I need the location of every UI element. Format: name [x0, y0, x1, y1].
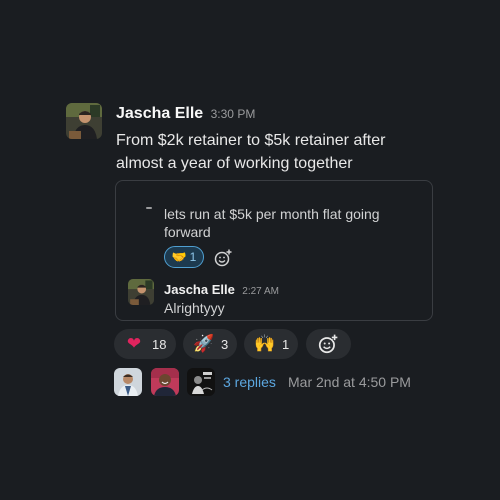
reply-text: Alrightyyy: [164, 300, 225, 316]
message-timestamp[interactable]: 3:30 PM: [211, 107, 256, 121]
rocket-emoji-icon: 🚀: [193, 334, 215, 354]
raised-hands-emoji-icon: 🙌: [254, 334, 276, 354]
thread-last-reply-time: Mar 2nd at 4:50 PM: [288, 374, 411, 390]
author-avatar[interactable]: [66, 103, 102, 139]
add-reaction-button[interactable]: [306, 329, 351, 359]
message-header: Jascha Elle 3:30 PM: [116, 105, 255, 123]
handshake-emoji-icon: 🤝: [171, 250, 187, 264]
reaction-rocket[interactable]: 🚀 3: [183, 329, 237, 359]
quoted-message-text: lets run at $5k per month flat going for…: [164, 206, 380, 240]
reply-author-avatar[interactable]: [128, 279, 154, 305]
thread-participant-avatar: [151, 368, 179, 396]
quoted-message-card[interactable]: lets run at $5k per month flat going for…: [115, 180, 433, 321]
author-name[interactable]: Jascha Elle: [116, 105, 203, 122]
reaction-count: 18: [152, 336, 167, 352]
reply-header: Jascha Elle 2:27 AM: [164, 281, 279, 299]
reaction-count: 3: [221, 336, 229, 352]
add-emoji-icon: [214, 249, 232, 267]
add-reaction-button[interactable]: [213, 248, 233, 268]
reaction-handshake-selected[interactable]: 🤝 1: [164, 246, 204, 268]
thread-participant-avatar: [114, 368, 142, 396]
reaction-heart[interactable]: ❤ 18: [114, 329, 176, 359]
add-emoji-icon: [318, 334, 338, 354]
reply-author-name[interactable]: Jascha Elle: [164, 282, 235, 297]
reaction-count: 1: [282, 336, 290, 352]
message-text: From $2k retainer to $5k retainer after …: [116, 132, 386, 172]
reaction-count: 1: [189, 250, 197, 264]
reaction-raised-hands[interactable]: 🙌 1: [244, 329, 298, 359]
red-heart-emoji-icon: ❤: [126, 334, 142, 354]
thread-replies-link[interactable]: 3 replies: [223, 374, 276, 390]
reply-timestamp[interactable]: 2:27 AM: [242, 286, 279, 297]
quote-marker: [146, 207, 152, 209]
thread-participant-avatar: [187, 368, 215, 396]
